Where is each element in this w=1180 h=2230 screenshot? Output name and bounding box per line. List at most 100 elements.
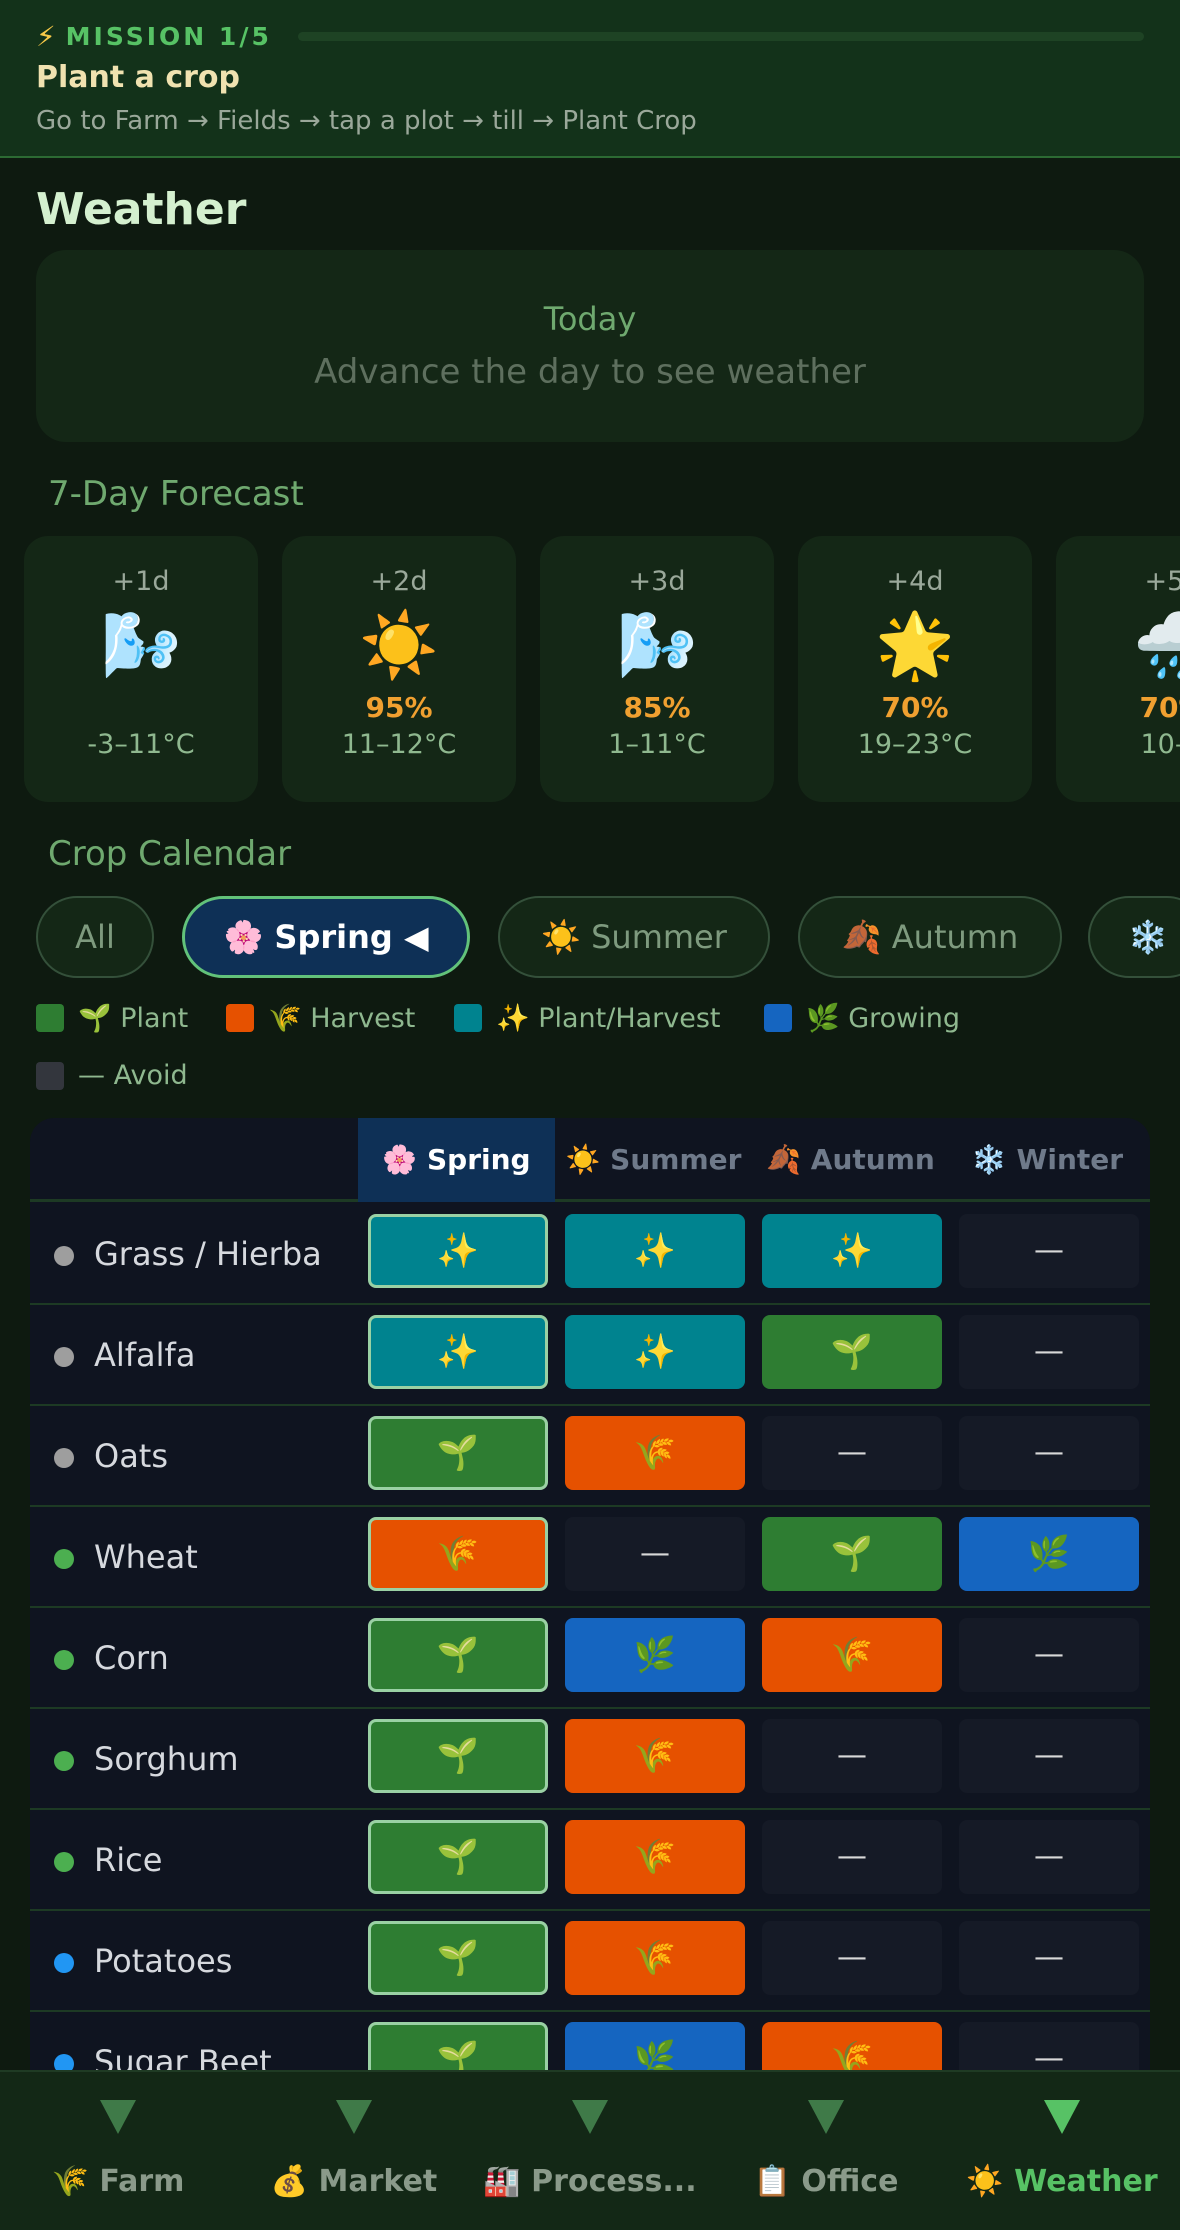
table-row: Oats 🌱 🌾 — — <box>30 1406 1150 1507</box>
nav-weather[interactable]: ☀️ Weather <box>944 2072 1180 2230</box>
legend-label: 🌾 Harvest <box>268 1003 416 1034</box>
calendar-cell-avoid[interactable]: — <box>762 1416 942 1490</box>
crop-status-dot <box>54 1347 74 1367</box>
nav-arrow-icon <box>808 2100 844 2134</box>
calendar-cell-both[interactable]: ✨ <box>368 1214 548 1288</box>
calendar-cell-avoid[interactable]: — <box>959 1820 1139 1894</box>
calendar-cell-harvest[interactable]: 🌾 <box>565 1921 745 1995</box>
nav-label: 💰 Market <box>270 2164 438 2199</box>
legend-swatch <box>36 1061 64 1090</box>
column-summer[interactable]: ☀️ Summer <box>555 1118 752 1202</box>
nav-market[interactable]: 💰 Market <box>236 2072 472 2230</box>
tab-spring[interactable]: 🌸 Spring ◀ <box>182 896 470 978</box>
mission-title: Plant a crop <box>36 60 241 95</box>
mission-label: MISSION 1/5 <box>65 22 272 51</box>
nav-label: 🏭 Process... <box>483 2164 697 2199</box>
calendar-cell-plant[interactable]: 🌱 <box>762 1517 942 1591</box>
column-spring[interactable]: 🌸 Spring <box>358 1118 555 1202</box>
calendar-cell-harvest[interactable]: 🌾 <box>565 1416 745 1490</box>
mission-banner[interactable]: ⚡ MISSION 1/5 Plant a crop Go to Farm → … <box>0 0 1180 158</box>
crop-name: Potatoes <box>94 1942 233 1980</box>
table-row: Grass / Hierba ✨ ✨ ✨ — <box>30 1204 1150 1305</box>
calendar-cell-avoid[interactable]: — <box>959 1416 1139 1490</box>
calendar-cell-plant[interactable]: 🌱 <box>368 1820 548 1894</box>
calendar-cell-both[interactable]: ✨ <box>368 1315 548 1389</box>
forecast-temperature: -3–11°C <box>87 729 195 760</box>
forecast-card[interactable]: +4d 🌟 70% 19–23°C <box>798 536 1032 802</box>
calendar-cell-harvest[interactable]: 🌾 <box>762 2022 942 2070</box>
table-row: Sugar Beet 🌱 🌿 🌾 — <box>30 2012 1150 2070</box>
calendar-cell-avoid[interactable]: — <box>762 1820 942 1894</box>
legend-swatch <box>764 1004 792 1032</box>
calendar-cell-both[interactable]: ✨ <box>565 1315 745 1389</box>
crop-status-dot <box>54 1448 74 1468</box>
legend-item: 🌱 Plant <box>36 1002 188 1034</box>
tab-summer[interactable]: ☀️ Summer <box>498 896 770 978</box>
crop-calendar-title: Crop Calendar <box>48 834 292 874</box>
calendar-cell-plant[interactable]: 🌱 <box>368 1921 548 1995</box>
forecast-card[interactable]: +1d 🌬️ -3–11°C <box>24 536 258 802</box>
calendar-cell-avoid[interactable]: — <box>959 1921 1139 1995</box>
calendar-cell-both[interactable]: ✨ <box>565 1214 745 1288</box>
calendar-cell-harvest[interactable]: 🌾 <box>565 1719 745 1793</box>
nav-label: ☀️ Weather <box>966 2164 1158 2199</box>
calendar-cell-plant[interactable]: 🌱 <box>368 1719 548 1793</box>
legend-label: — Avoid <box>78 1060 188 1091</box>
forecast-card[interactable]: +2d ☀️ 95% 11–12°C <box>282 536 516 802</box>
lightning-icon: ⚡ <box>36 20 56 53</box>
column-autumn[interactable]: 🍂 Autumn <box>752 1118 949 1202</box>
forecast-row[interactable]: +1d 🌬️ -3–11°C +2d ☀️ 95% 11–12°C +3d 🌬️ 85% 1–11°… <box>24 536 1180 802</box>
crop-calendar-table[interactable]: 🌸 Spring ☀️ Summer 🍂 Autumn ❄️ Winter Grass… <box>30 1118 1150 2070</box>
legend-swatch <box>36 1004 64 1032</box>
calendar-cell-plant[interactable]: 🌱 <box>368 1618 548 1692</box>
calendar-cell-plant[interactable]: 🌱 <box>368 1416 548 1490</box>
crop-status-dot <box>54 1953 74 1973</box>
calendar-cell-avoid[interactable]: — <box>959 1315 1139 1389</box>
calendar-cell-avoid[interactable]: — <box>762 1921 942 1995</box>
nav-processing[interactable]: 🏭 Process... <box>472 2072 708 2230</box>
calendar-cell-avoid[interactable]: — <box>565 1517 745 1591</box>
crop-status-dot <box>54 2054 74 2070</box>
nav-office[interactable]: 📋 Office <box>708 2072 944 2230</box>
calendar-cell-avoid[interactable]: — <box>959 1618 1139 1692</box>
calendar-cell-harvest[interactable]: 🌾 <box>565 1820 745 1894</box>
today-subtitle: Advance the day to see weather <box>314 352 866 392</box>
legend-item: — Avoid <box>36 1060 188 1091</box>
calendar-cell-growing[interactable]: 🌿 <box>565 2022 745 2070</box>
calendar-cell-growing[interactable]: 🌿 <box>565 1618 745 1692</box>
weather-icon: 🌬️ <box>101 609 181 683</box>
table-row: Corn 🌱 🌿 🌾 — <box>30 1608 1150 1709</box>
column-winter[interactable]: ❄️ Winter <box>949 1118 1146 1202</box>
bottom-navigation[interactable]: 🌾 Farm 💰 Market 🏭 Process... 📋 Office ☀️ Wea… <box>0 2070 1180 2230</box>
tab-autumn[interactable]: 🍂 Autumn <box>798 896 1062 978</box>
forecast-card[interactable]: +5d 🌧️ 70% 10–1 <box>1056 536 1180 802</box>
calendar-cell-growing[interactable]: 🌿 <box>959 1517 1139 1591</box>
calendar-cell-avoid[interactable]: — <box>959 2022 1139 2070</box>
calendar-cell-plant[interactable]: 🌱 <box>368 2022 548 2070</box>
table-row: Sorghum 🌱 🌾 — — <box>30 1709 1150 1810</box>
calendar-cell-avoid[interactable]: — <box>959 1719 1139 1793</box>
table-row: Rice 🌱 🌾 — — <box>30 1810 1150 1911</box>
forecast-day: +1d <box>112 566 170 597</box>
nav-arrow-icon <box>336 2100 372 2134</box>
tab-winter[interactable]: ❄️ <box>1088 896 1180 978</box>
calendar-cell-avoid[interactable]: — <box>959 1214 1139 1288</box>
calendar-cell-harvest[interactable]: 🌾 <box>368 1517 548 1591</box>
legend-swatch <box>226 1004 254 1032</box>
crop-status-dot <box>54 1751 74 1771</box>
calendar-cell-plant[interactable]: 🌱 <box>762 1315 942 1389</box>
forecast-card[interactable]: +3d 🌬️ 85% 1–11°C <box>540 536 774 802</box>
legend-item: 🌿 Growing <box>764 1002 960 1034</box>
tab-all[interactable]: All <box>36 896 154 978</box>
calendar-cell-harvest[interactable]: 🌾 <box>762 1618 942 1692</box>
season-tabs[interactable]: All 🌸 Spring ◀ ☀️ Summer 🍂 Autumn ❄️ <box>36 896 1180 978</box>
calendar-cell-avoid[interactable]: — <box>762 1719 942 1793</box>
calendar-cell-both[interactable]: ✨ <box>762 1214 942 1288</box>
legend-item: ✨ Plant/Harvest <box>454 1002 721 1034</box>
nav-farm[interactable]: 🌾 Farm <box>0 2072 236 2230</box>
legend-label: 🌱 Plant <box>78 1003 189 1034</box>
crop-name: Grass / Hierba <box>94 1235 322 1273</box>
table-row: Alfalfa ✨ ✨ 🌱 — <box>30 1305 1150 1406</box>
legend-swatch <box>454 1004 482 1032</box>
forecast-chance: 70% <box>881 691 949 724</box>
